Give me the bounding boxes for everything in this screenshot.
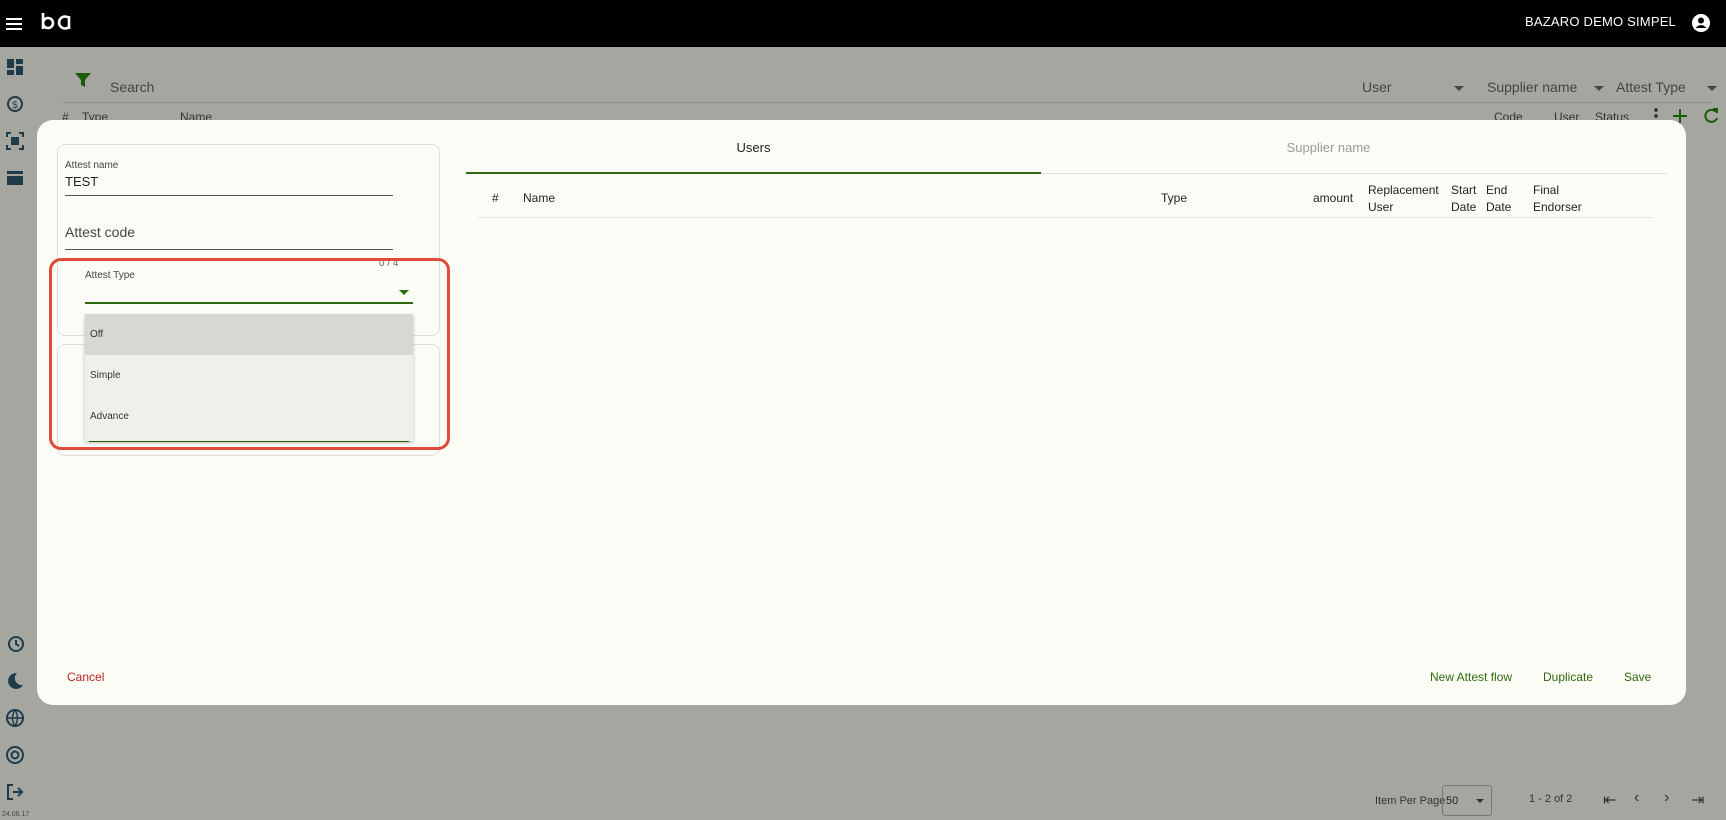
filter-bar: Search User Supplier name Attest Type [62, 59, 1717, 103]
store-icon[interactable] [5, 168, 25, 188]
last-page-icon[interactable]: ⇥ [1691, 790, 1704, 810]
save-button[interactable]: Save [1624, 670, 1651, 684]
attest-name-label: Attest name [65, 160, 119, 171]
chevron-down-icon [1707, 86, 1717, 91]
next-page-icon[interactable]: › [1664, 789, 1669, 807]
items-per-page-select[interactable]: 50 [1442, 785, 1492, 816]
chevron-down-icon [1594, 86, 1604, 91]
sync-currency-icon[interactable]: $ [5, 94, 25, 114]
cancel-button[interactable]: Cancel [67, 670, 104, 684]
language-icon[interactable] [5, 708, 25, 728]
company-name[interactable]: BAZARO DEMO SIMPEL [1525, 14, 1676, 29]
first-page-icon[interactable]: ⇤ [1603, 790, 1616, 810]
chevron-down-icon [1476, 799, 1484, 803]
tab-bar: Users Supplier name [466, 132, 1666, 174]
dark-mode-icon[interactable] [5, 671, 25, 691]
new-attest-flow-button[interactable]: New Attest flow [1430, 670, 1512, 684]
col-end-date: End Date [1486, 183, 1512, 214]
pagination: Item Per Page 50 1 - 2 of 2 ⇤ ‹ › ⇥ [1375, 785, 1726, 816]
prev-page-icon[interactable]: ‹ [1634, 789, 1639, 807]
account-icon[interactable] [1690, 12, 1712, 34]
top-bar: BAZARO DEMO SIMPEL [0, 0, 1726, 47]
col-start-date: Start Date [1451, 183, 1477, 214]
users-table-header: # Name Type amount Replacement User Star… [478, 180, 1652, 218]
page-range: 1 - 2 of 2 [1529, 793, 1573, 805]
col-num: # [492, 191, 499, 205]
dashboard-icon[interactable] [5, 57, 25, 77]
support-icon[interactable] [5, 745, 25, 765]
attest-dialog: Attest name TEST Attest code 0 / 4 Attes… [37, 120, 1686, 705]
duplicate-button[interactable]: Duplicate [1543, 670, 1593, 684]
svg-text:$: $ [12, 100, 18, 111]
scan-document-icon[interactable] [5, 131, 25, 151]
filter-supplier-dropdown[interactable]: Supplier name [1487, 79, 1577, 95]
col-amount: amount [1313, 191, 1354, 205]
attest-code-placeholder: Attest code [65, 224, 136, 240]
col-final-endorser: Final Endorser [1533, 183, 1582, 214]
col-replacement-user: Replacement User [1368, 183, 1439, 214]
col-type: Type [1161, 191, 1188, 205]
highlight-box [49, 258, 450, 450]
tab-supplier-name[interactable]: Supplier name [1041, 132, 1616, 174]
attest-code-field[interactable]: Attest code [65, 224, 393, 250]
version-label: 24.06.17 [2, 811, 30, 818]
logo-icon[interactable] [40, 10, 74, 36]
col-name: Name [523, 191, 556, 205]
items-per-page-label: Item Per Page [1375, 795, 1446, 807]
filter-icon[interactable] [74, 71, 92, 89]
left-rail: $ 24.06.17 [0, 47, 30, 820]
chevron-down-icon [1454, 86, 1464, 91]
attest-name-value: TEST [65, 174, 99, 189]
logout-icon[interactable] [5, 782, 25, 802]
search-input[interactable]: Search [110, 79, 154, 95]
tab-users[interactable]: Users [466, 132, 1041, 174]
filter-attest-type-dropdown[interactable]: Attest Type [1616, 79, 1686, 95]
menu-icon[interactable] [4, 13, 26, 35]
filter-user-dropdown[interactable]: User [1362, 79, 1392, 95]
refresh-icon[interactable] [1702, 107, 1720, 125]
history-icon[interactable] [5, 634, 25, 654]
attest-name-field[interactable]: Attest name TEST [65, 160, 393, 196]
